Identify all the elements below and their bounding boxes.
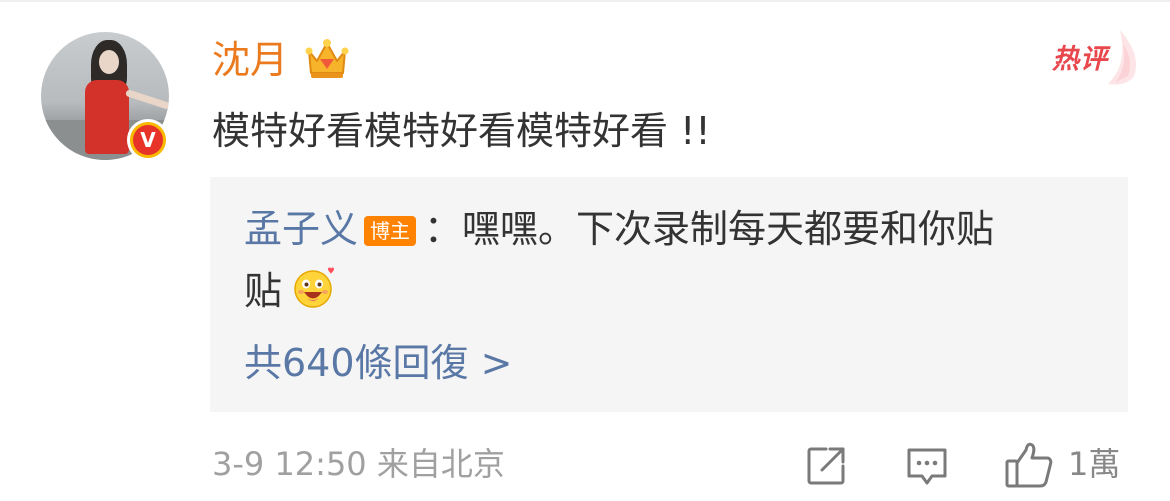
comment-source: 来自北京 <box>376 445 505 483</box>
reply-text-line2: 贴 <box>244 269 283 313</box>
like-icon[interactable] <box>1004 440 1054 490</box>
avatar-figure-dress <box>85 80 129 154</box>
reply-text-line1: 嘿嘿。下次录制每天都要和你贴 <box>462 207 995 251</box>
reply-author[interactable]: 孟子义 <box>244 207 358 251</box>
reply-count-link[interactable]: 共640條回復 > <box>244 337 512 389</box>
grin-emoji-icon <box>294 267 334 308</box>
comment-text: 模特好看模特好看模特好看 !! <box>212 109 711 153</box>
reply-preview[interactable]: 孟子义 博主 ：嘿嘿。下次录制每天都要和你贴 贴 共640條回復 > <box>210 177 1128 412</box>
avatar-figure-arm <box>125 89 169 110</box>
username[interactable]: 沈月 <box>212 35 288 85</box>
comment-icon[interactable] <box>905 446 949 488</box>
verified-badge-icon: V <box>127 119 169 161</box>
top-divider <box>0 0 1170 2</box>
avatar-figure-face <box>99 50 119 74</box>
comment-time: 3-9 12:50 <box>212 445 367 483</box>
hot-comment-label: 热评 <box>1052 44 1108 75</box>
verified-badge-letter: V <box>133 125 163 155</box>
vip-crown-icon <box>305 39 349 78</box>
reply-line: 孟子义 博主 ：嘿嘿。下次录制每天都要和你贴 <box>244 203 994 255</box>
share-icon[interactable] <box>804 444 848 488</box>
like-count: 1萬 <box>1068 445 1121 483</box>
blogger-tag: 博主 <box>364 216 417 246</box>
reply-separator: ： <box>424 207 463 251</box>
comment-meta: 3-9 12:50 来自北京 <box>212 440 505 488</box>
